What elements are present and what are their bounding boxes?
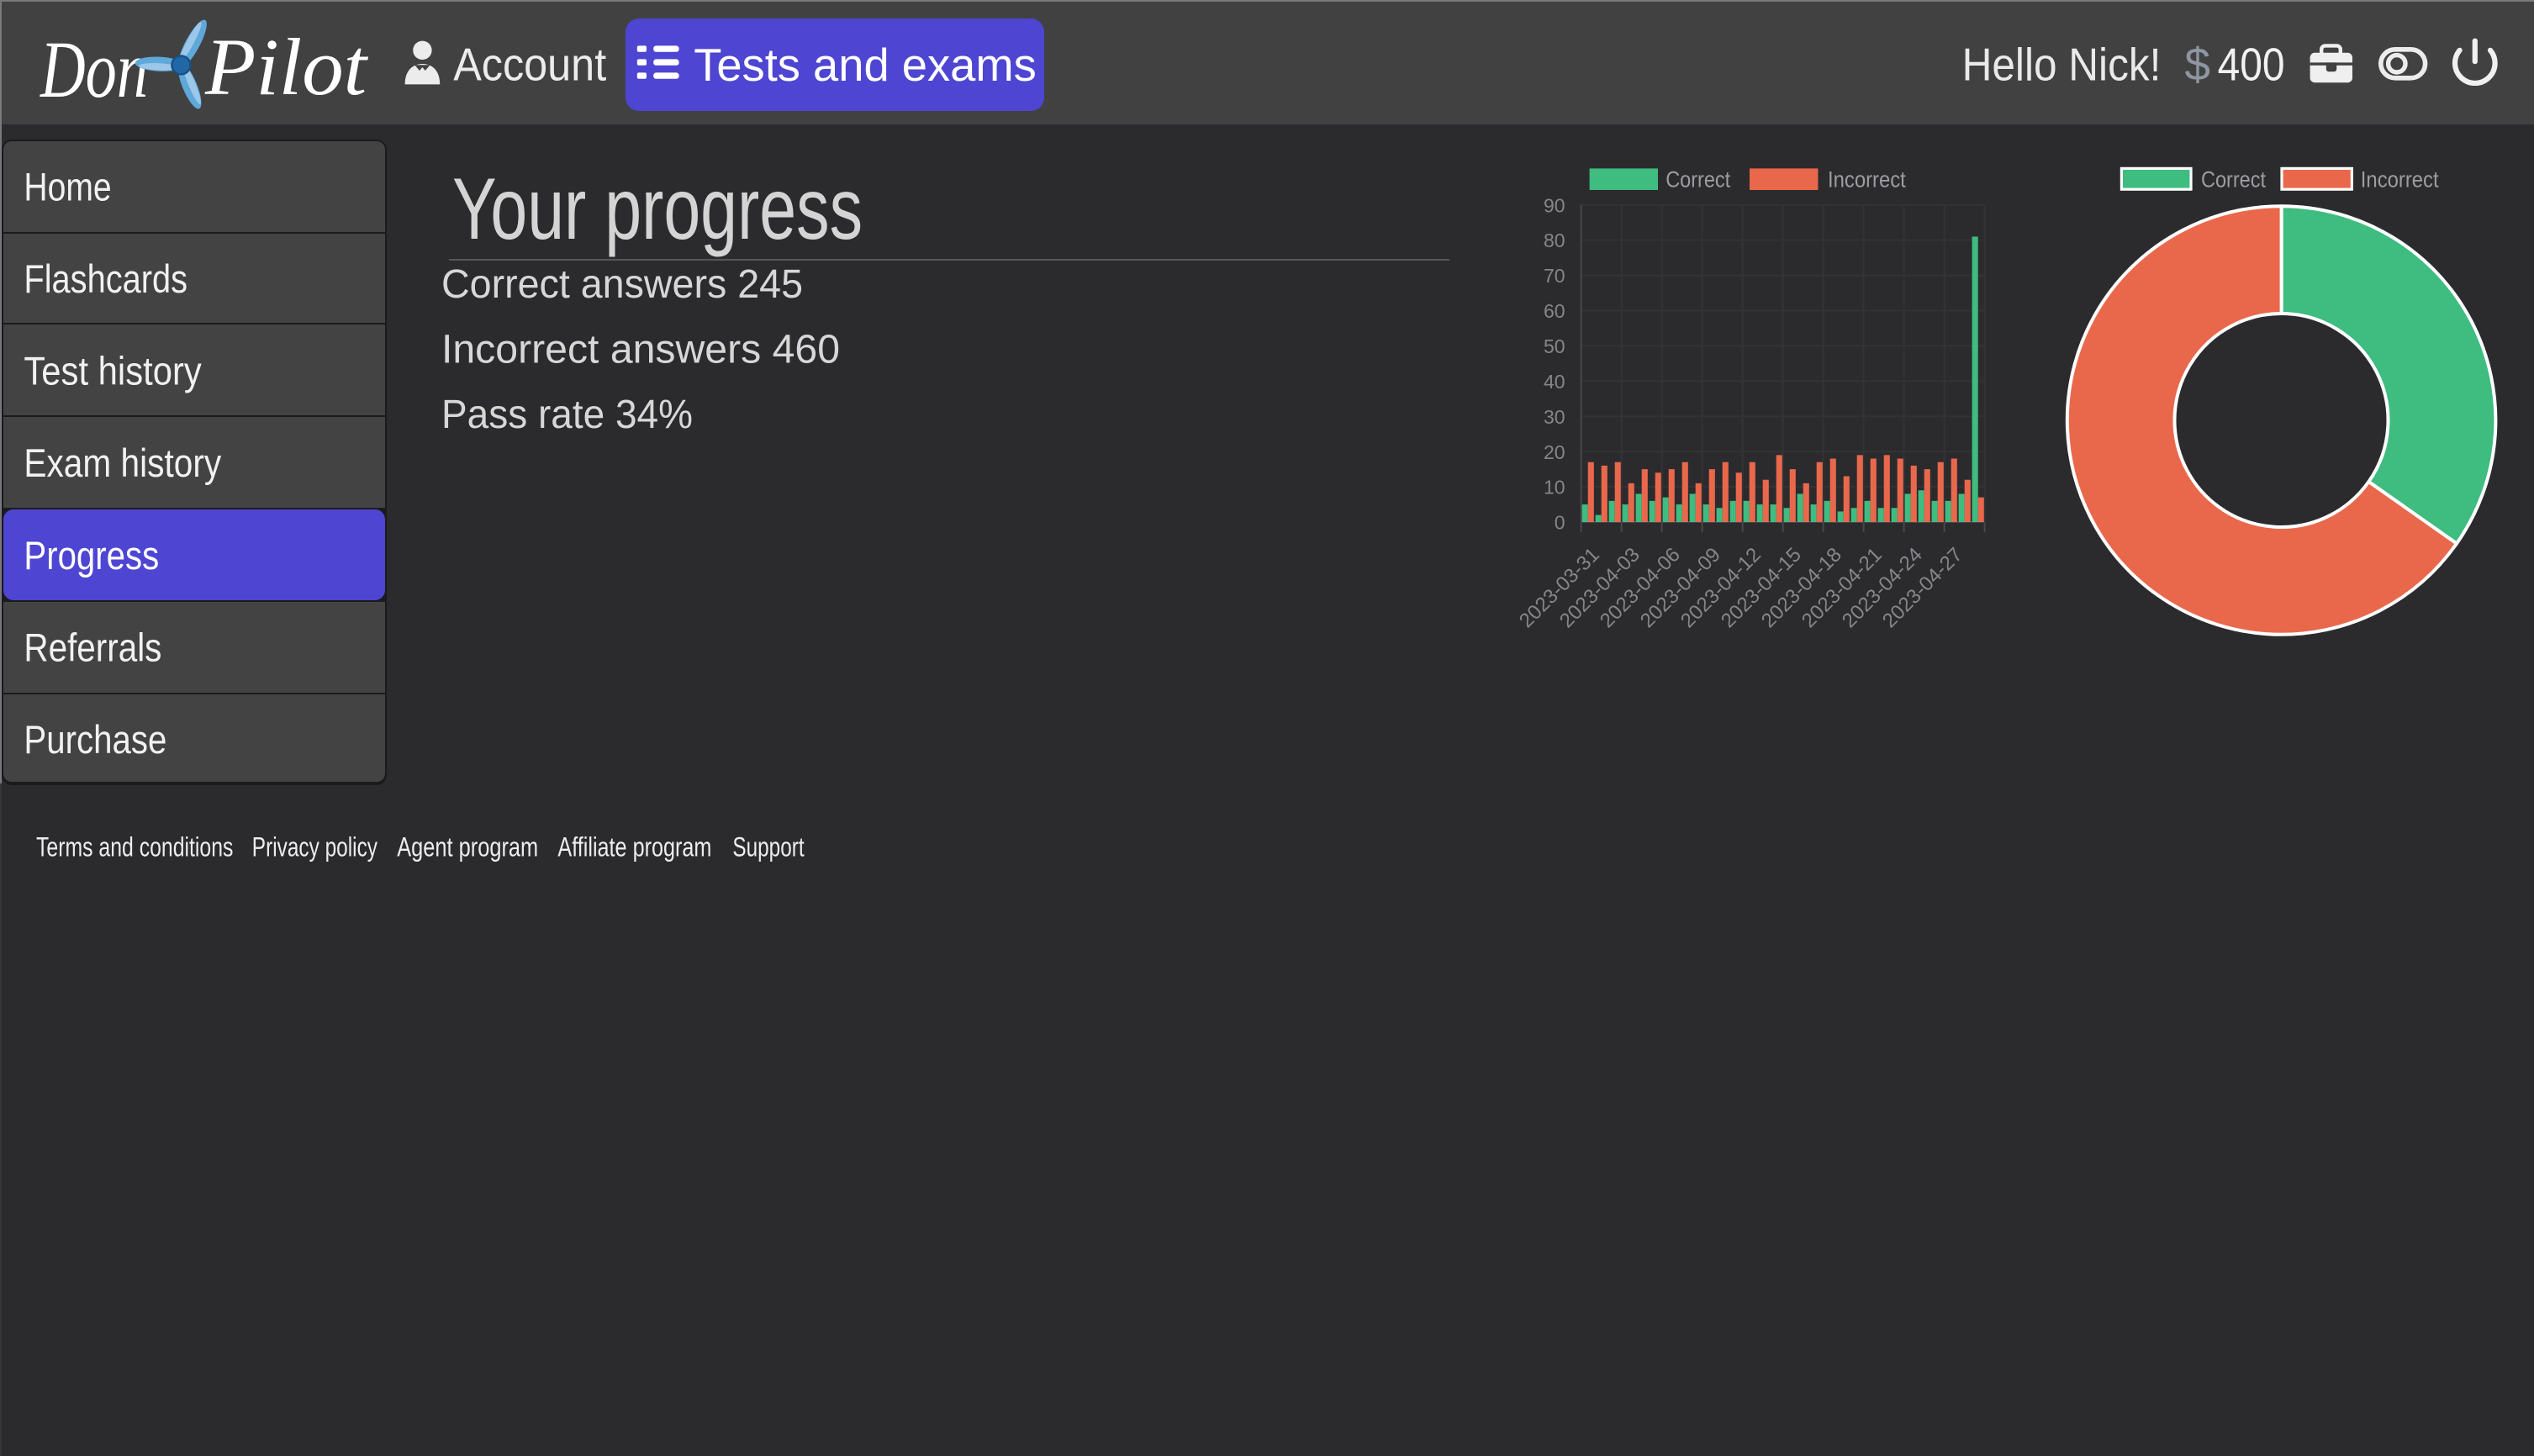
svg-text:Incorrect: Incorrect <box>2361 166 2439 192</box>
svg-text:Agent program: Agent program <box>397 832 538 863</box>
svg-text:0: 0 <box>1555 512 1565 534</box>
svg-text:80: 80 <box>1544 229 1565 251</box>
svg-text:Affiliate program: Affiliate program <box>557 832 711 863</box>
svg-text:20: 20 <box>1544 441 1565 463</box>
svg-text:10: 10 <box>1544 477 1565 499</box>
svg-text:Incorrect answers 460: Incorrect answers 460 <box>441 328 840 372</box>
svg-text:Flashcards: Flashcards <box>24 256 187 301</box>
svg-text:Correct: Correct <box>1666 166 1730 192</box>
svg-text:Tests and exams: Tests and exams <box>694 39 1037 91</box>
svg-text:Your progress: Your progress <box>452 161 863 258</box>
svg-text:70: 70 <box>1544 265 1565 287</box>
svg-text:Referrals: Referrals <box>24 625 161 669</box>
svg-text:30: 30 <box>1544 406 1565 428</box>
svg-text:Incorrect: Incorrect <box>1828 166 1906 192</box>
svg-text:Privacy policy: Privacy policy <box>252 832 377 863</box>
svg-text:400: 400 <box>2218 38 2285 90</box>
svg-text:Hello Nick!: Hello Nick! <box>1962 38 2162 90</box>
svg-text:Account: Account <box>453 38 606 90</box>
svg-text:Support: Support <box>732 832 804 863</box>
svg-text:Test history: Test history <box>24 349 202 393</box>
svg-text:$: $ <box>2184 38 2210 90</box>
svg-text:Correct answers 245: Correct answers 245 <box>441 262 803 307</box>
svg-text:Don: Don <box>39 24 148 114</box>
svg-text:Correct: Correct <box>2201 166 2266 192</box>
svg-text:Home: Home <box>24 164 111 208</box>
svg-text:60: 60 <box>1544 300 1565 322</box>
svg-text:Pass rate 34%: Pass rate 34% <box>441 393 693 437</box>
svg-text:50: 50 <box>1544 335 1565 357</box>
svg-text:Purchase: Purchase <box>24 717 166 762</box>
svg-text:Exam history: Exam history <box>24 440 221 485</box>
svg-text:Pilot: Pilot <box>204 22 368 112</box>
svg-text:40: 40 <box>1544 371 1565 393</box>
svg-text:Terms and conditions: Terms and conditions <box>36 832 233 863</box>
svg-text:90: 90 <box>1544 194 1565 216</box>
svg-text:Progress: Progress <box>24 533 159 578</box>
